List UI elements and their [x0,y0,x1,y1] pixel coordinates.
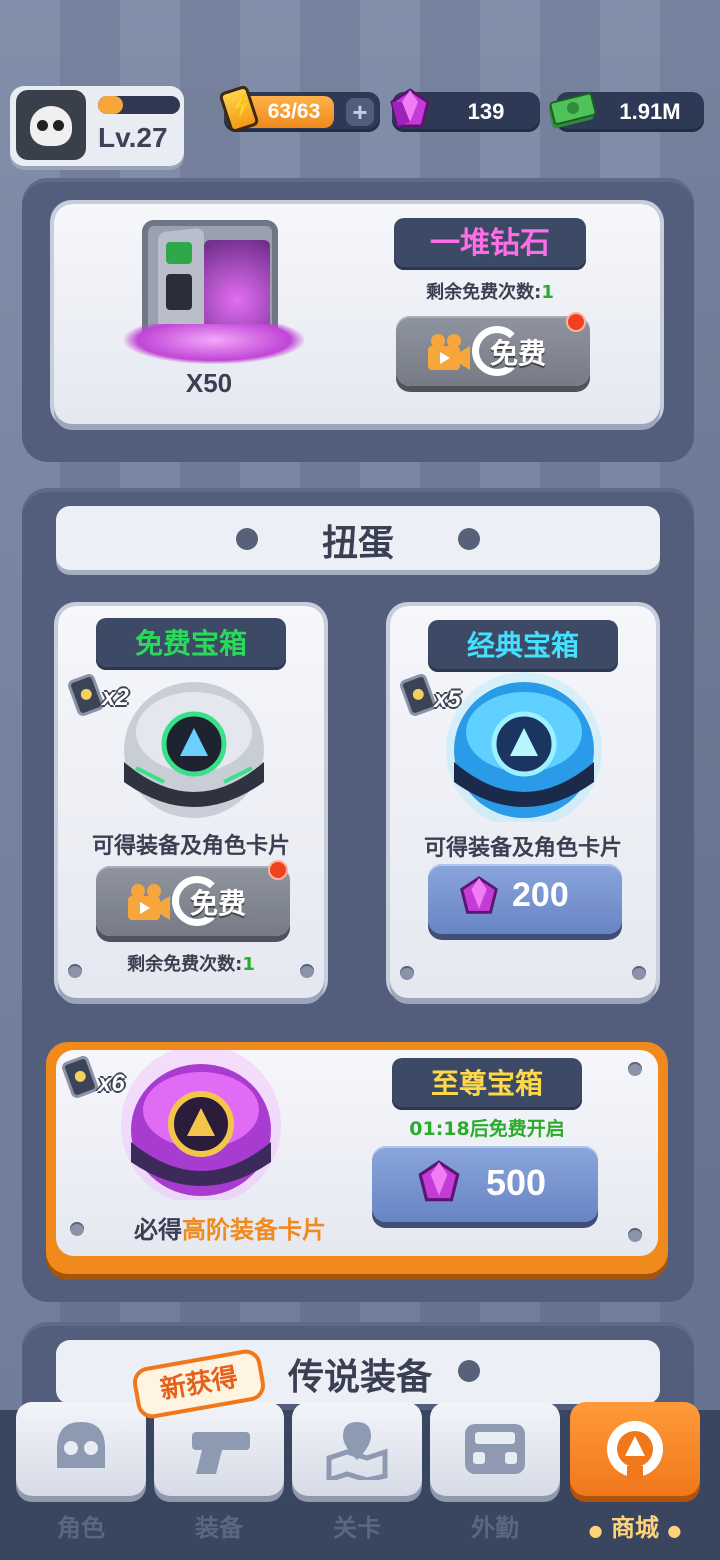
skull-icon [57,1422,105,1468]
remaining-label: 剩余免费次数: [426,282,542,303]
nav-label-equipment: 装备 [195,1514,243,1542]
gun-icon [192,1432,250,1474]
supreme-box-price: 500 [486,1162,547,1203]
supreme-box-title: 至尊宝箱 [392,1058,582,1110]
classic-box-buy-button[interactable]: 200 [428,864,622,934]
energy-counter[interactable]: 63/63 + [218,84,380,134]
gem-icon [460,876,498,914]
free-gems-remaining: 剩余免费次数:1 [390,278,590,304]
supreme-box-desc: 必得高阶装备卡片 [100,1210,360,1245]
map-pin-icon [326,1422,388,1480]
key-card-icon [398,672,438,718]
notification-dot [566,312,586,332]
header-dot-left [236,528,258,550]
shop-icon [607,1421,663,1480]
free-button-label: 免费 [490,337,547,370]
level-progress-fill [98,96,123,114]
nav-label-shop-text: 商城 [611,1514,659,1542]
remaining-count: 1 [242,954,255,975]
supreme-desc-highlight: 高阶装备卡片 [182,1216,326,1244]
rivet [632,966,646,980]
rivet [628,1228,642,1242]
free-box-desc: 可得装备及角色卡片 [91,834,290,859]
player-card[interactable]: Lv.27 [10,86,184,166]
free-gems-card: X50 一堆钻石 剩余免费次数:1 免费 [54,204,660,424]
level-progress-bar [98,96,180,114]
nav-tab-shop[interactable] [570,1402,700,1496]
free-button-label: 免费 [190,887,247,920]
nav-label-shop: ● 商城 ● [570,1508,700,1543]
remaining-label: 剩余免费次数: [127,954,243,975]
nav-tab-character[interactable] [16,1402,146,1496]
free-gems-button[interactable]: 免费 [396,316,590,386]
free-box-title: 免费宝箱 [96,618,286,670]
vault-illustration [124,220,304,364]
free-box-remaining: 剩余免费次数:1 [58,950,324,976]
player-avatar[interactable] [16,90,86,160]
nav-tab-equipment[interactable] [154,1402,284,1496]
nav-tab-field[interactable] [430,1402,560,1496]
gem-icon [390,88,430,128]
add-energy-button[interactable]: + [346,98,374,126]
supreme-box-timer: 01:18后免费开启 [409,1118,565,1140]
free-box-card: 免费宝箱 x2 可得装备及角色卡片 免费 剩余免费次数:1 [58,606,324,998]
free-capsule-icon [124,682,264,818]
rivet [300,964,314,978]
dot-right-icon: ● [667,1521,682,1540]
gem-value: 139 [467,99,505,124]
rivet [68,964,82,978]
dot-left-icon: ● [588,1521,603,1540]
key-card-icon [60,1054,100,1100]
supreme-capsule-icon [121,1050,281,1200]
classic-box-title: 经典宝箱 [428,620,618,672]
classic-capsule-icon [446,672,602,822]
vehicle-icon [465,1424,525,1474]
nav-tab-stage[interactable] [292,1402,422,1496]
player-level: Lv.27 [98,122,168,153]
gacha-header: 扭蛋 [56,506,660,570]
nav-label-stage: 关卡 [333,1514,381,1542]
nav-label-field: 外勤 [471,1514,519,1542]
classic-box-card: 经典宝箱 x5 可得装备及角色卡片 200 [390,606,656,998]
rivet [400,966,414,980]
cash-counter[interactable]: 1.91M [548,92,704,132]
skull-face-icon [30,106,72,146]
supreme-box-card: x6 必得高阶装备卡片 至尊宝箱 01:18后免费开启 500 [56,1050,658,1256]
free-box-button[interactable]: 免费 [96,866,290,936]
classic-box-desc: 可得装备及角色卡片 [423,836,622,861]
remaining-count: 1 [541,282,554,303]
gem-icon [418,1160,460,1202]
header-dot-right [458,528,480,550]
nav-label-character: 角色 [57,1514,105,1542]
cash-icon [548,92,597,129]
cash-value: 1.91M [619,99,681,124]
classic-box-price: 200 [512,876,569,914]
gacha-title: 扭蛋 [321,523,394,564]
free-gems-title: 一堆钻石 [394,218,586,270]
rivet [628,1062,642,1076]
video-ad-icon [428,334,470,370]
notification-dot [268,860,288,880]
rivet [70,1222,84,1236]
video-ad-icon [128,884,170,920]
gem-counter[interactable]: 139 [390,88,540,132]
gem-amount: X50 [185,368,233,398]
supreme-box-buy-button[interactable]: 500 [372,1146,598,1222]
key-card-icon [66,672,106,718]
header-dot-right [458,1360,480,1382]
supreme-desc-prefix: 必得 [134,1216,182,1244]
legend-title: 传说装备 [287,1357,432,1398]
